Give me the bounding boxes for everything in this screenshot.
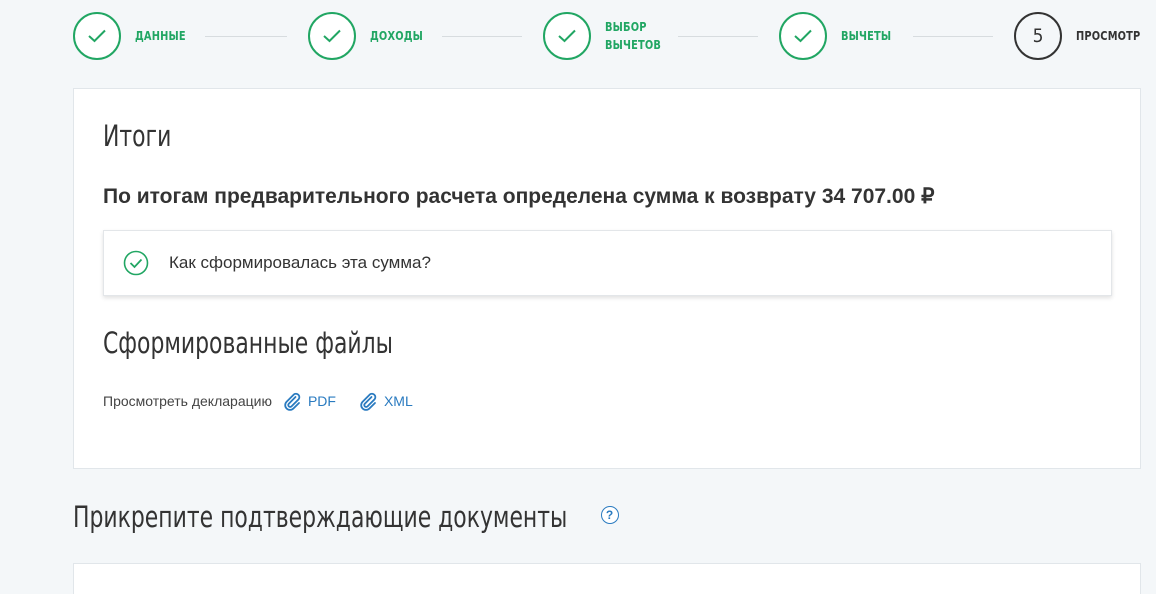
accordion-label: Как сформировалась эта сумма? bbox=[169, 253, 431, 272]
card-title: Итоги bbox=[103, 119, 172, 153]
step-review[interactable]: 5 ПРОСМОТР bbox=[1014, 12, 1155, 60]
checkmark-icon bbox=[88, 29, 106, 43]
attach-section-header: Прикрепите подтверждающие документы ? bbox=[73, 497, 619, 537]
view-declaration-label: Просмотреть декларацию bbox=[103, 393, 272, 409]
paperclip-icon bbox=[360, 392, 377, 411]
xml-link[interactable]: XML bbox=[358, 391, 413, 411]
step-label: ПРОСМОТР bbox=[1076, 29, 1141, 43]
step-label: ДАННЫЕ bbox=[135, 29, 186, 43]
check-circle-icon bbox=[123, 250, 149, 276]
step-deductions[interactable]: ВЫЧЕТЫ bbox=[779, 12, 902, 60]
declaration-files: Просмотреть декларацию PDF XML bbox=[103, 391, 413, 411]
step-done-circle bbox=[73, 12, 121, 60]
step-done-circle bbox=[543, 12, 591, 60]
step-label: ВЫЧЕТЫ bbox=[841, 29, 892, 43]
checkmark-icon bbox=[558, 29, 576, 43]
step-current-circle: 5 bbox=[1014, 12, 1062, 60]
refund-summary: По итогам предварительного расчета опред… bbox=[103, 185, 935, 208]
step-data[interactable]: ДАННЫЕ bbox=[73, 12, 197, 60]
step-income[interactable]: ДОХОДЫ bbox=[308, 12, 435, 60]
step-label: ДОХОДЫ bbox=[370, 29, 424, 43]
step-deduction-choice[interactable]: ВЫБОР ВЫЧЕТОВ bbox=[543, 12, 673, 60]
results-card: Итоги По итогам предварительного расчета… bbox=[73, 88, 1141, 469]
step-number: 5 bbox=[1032, 25, 1044, 47]
checkmark-icon bbox=[794, 29, 812, 43]
stepper-connector bbox=[205, 36, 287, 37]
step-done-circle bbox=[779, 12, 827, 60]
step-label: ВЫБОР ВЫЧЕТОВ bbox=[605, 20, 662, 52]
help-icon[interactable]: ? bbox=[600, 506, 619, 524]
pdf-link[interactable]: PDF bbox=[282, 391, 336, 411]
step-done-circle bbox=[308, 12, 356, 60]
page: ДАННЫЕ ДОХОДЫ ВЫБОР ВЫЧЕТОВ ВЫЧЕТЫ 5 ПРО… bbox=[0, 0, 1156, 594]
attach-title: Прикрепите подтверждающие документы bbox=[73, 500, 568, 534]
stepper-connector bbox=[678, 36, 758, 37]
checkmark-icon bbox=[323, 29, 341, 43]
attach-card bbox=[73, 563, 1141, 594]
sum-explanation-accordion[interactable]: Как сформировалась эта сумма? bbox=[103, 230, 1112, 296]
files-title: Сформированные файлы bbox=[103, 326, 393, 360]
stepper-connector bbox=[913, 36, 993, 37]
stepper-connector bbox=[442, 36, 522, 37]
progress-stepper: ДАННЫЕ ДОХОДЫ ВЫБОР ВЫЧЕТОВ ВЫЧЕТЫ 5 ПРО… bbox=[0, 0, 1156, 76]
paperclip-icon bbox=[284, 392, 301, 411]
